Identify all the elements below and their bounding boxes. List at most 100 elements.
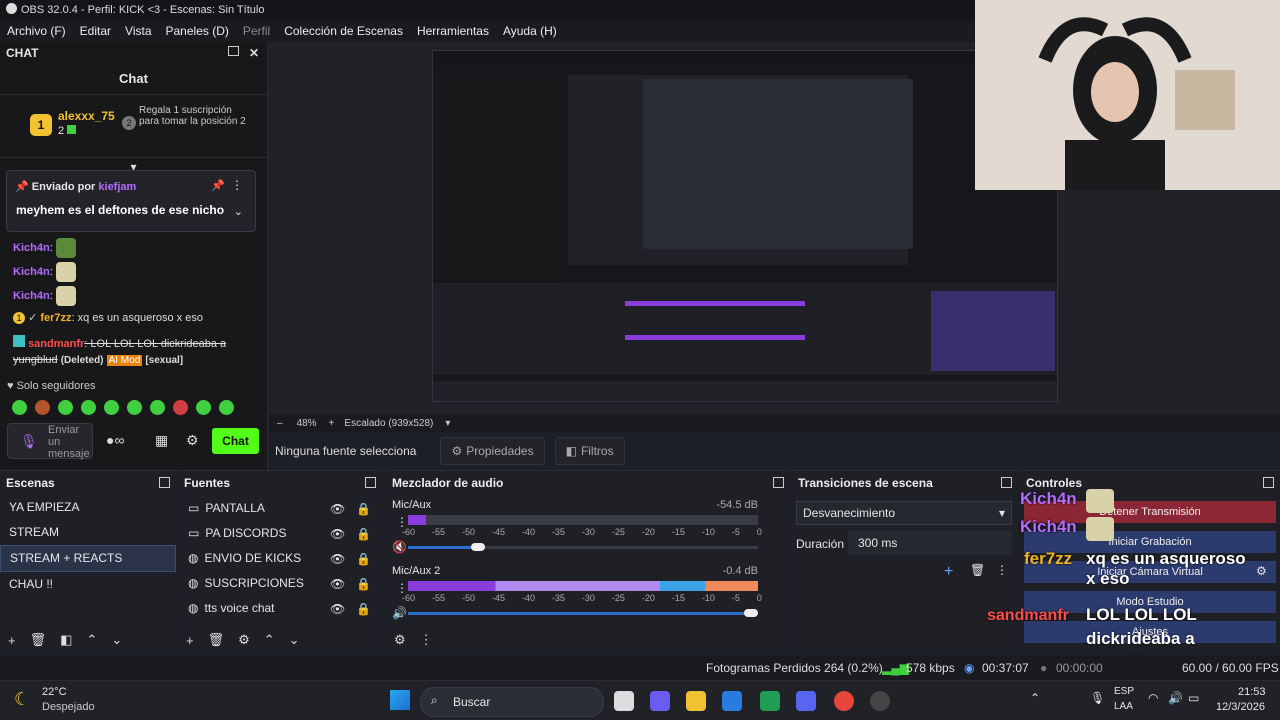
emote-icon[interactable] <box>150 400 165 415</box>
chat-user[interactable]: Kich4n <box>13 242 50 254</box>
emote-icon[interactable] <box>196 400 211 415</box>
scene-item[interactable]: CHAU !! <box>0 572 176 597</box>
trash-icon[interactable]: 🗑 <box>208 632 225 648</box>
clock-time[interactable]: 21:53 <box>1238 686 1266 698</box>
emote-icon[interactable] <box>219 400 234 415</box>
float-dock-icon[interactable] <box>1263 477 1274 488</box>
lock-icon[interactable]: 🔒 <box>356 577 371 591</box>
float-dock-icon[interactable] <box>773 477 784 488</box>
transition-select[interactable]: Desvanecimiento ▾ <box>796 501 1012 525</box>
chevron-up-icon[interactable]: ⌃ <box>1030 691 1040 705</box>
source-item[interactable]: ◍ SUSCRIPCIONES 👁 🔒 <box>178 570 382 595</box>
unpin-icon[interactable]: 📌 <box>211 179 225 192</box>
close-dock-icon[interactable]: ✕ <box>249 46 259 60</box>
chat-user[interactable]: Kich4n <box>13 266 50 278</box>
lang-code[interactable]: ESP <box>1114 686 1134 697</box>
eye-icon[interactable]: 👁 <box>330 577 345 591</box>
expand-pinned-icon[interactable]: ⌄ <box>234 205 243 218</box>
scene-item[interactable]: STREAM <box>0 520 176 545</box>
add-icon[interactable]: + <box>8 633 16 648</box>
notepad-icon[interactable] <box>722 691 742 711</box>
lock-icon[interactable]: 🔒 <box>356 527 371 541</box>
mic-icon[interactable]: 🎙 <box>20 433 38 450</box>
store-icon[interactable]: ▦ <box>155 432 168 449</box>
chat-user[interactable]: sandmanfr <box>28 338 84 350</box>
copilot-icon[interactable] <box>650 691 670 711</box>
pinned-author[interactable]: kiefjam <box>98 181 136 193</box>
chevron-down-icon[interactable]: ⌄ <box>289 632 300 648</box>
emote-icon[interactable] <box>58 400 73 415</box>
file-explorer-icon[interactable] <box>686 691 706 711</box>
menu-perfil[interactable]: Perfil <box>236 24 277 38</box>
scene-item[interactable]: YA EMPIEZA <box>0 495 176 520</box>
muted-speaker-icon[interactable]: 🔇 <box>392 540 407 554</box>
more-options-icon[interactable]: ⋮ <box>420 632 433 648</box>
windows-start-icon[interactable] <box>390 690 410 710</box>
volume-slider[interactable] <box>408 609 758 617</box>
emote-picker-icon[interactable]: ●∞ <box>106 432 124 448</box>
chat-user[interactable]: Kich4n <box>13 290 50 302</box>
more-options-icon[interactable]: ⋮ <box>996 563 1008 577</box>
gear-icon[interactable]: ⚙ <box>1256 564 1267 578</box>
battery-icon[interactable]: ▭ <box>1188 691 1199 705</box>
menu-archivo[interactable]: Archivo (F) <box>0 24 73 38</box>
emote-icon[interactable] <box>104 400 119 415</box>
settings-gear-icon[interactable]: ⚙ <box>186 432 199 449</box>
chat-user[interactable]: fer7zz <box>40 312 71 324</box>
properties-button[interactable]: ⚙ Propiedades <box>440 437 545 465</box>
chat-send-button[interactable]: Chat <box>212 428 259 454</box>
emote-icon[interactable] <box>173 400 188 415</box>
microphone-icon[interactable]: 🎙 <box>1090 691 1105 705</box>
scene-item-selected[interactable]: STREAM + REACTS <box>0 545 176 572</box>
slider-knob[interactable] <box>471 543 485 551</box>
source-item[interactable]: ◍ ENVIO DE KICKS 👁 🔒 <box>178 545 382 570</box>
float-dock-icon[interactable] <box>227 46 239 56</box>
obs-app-icon[interactable] <box>870 691 890 711</box>
chevron-up-icon[interactable]: ⌃ <box>264 632 275 648</box>
zoom-out-button[interactable]: – <box>277 418 283 429</box>
zoom-in-button[interactable]: + <box>329 418 335 429</box>
excel-icon[interactable] <box>760 691 780 711</box>
emote-icon[interactable] <box>35 400 50 415</box>
float-dock-icon[interactable] <box>365 477 376 488</box>
slider-knob[interactable] <box>744 609 758 617</box>
menu-paneles[interactable]: Paneles (D) <box>159 24 236 38</box>
menu-coleccion[interactable]: Colección de Escenas <box>277 24 410 38</box>
trash-icon[interactable]: 🗑 <box>970 563 985 577</box>
emote-icon[interactable] <box>12 400 27 415</box>
menu-vista[interactable]: Vista <box>118 24 158 38</box>
chevron-up-icon[interactable]: ⌃ <box>86 632 97 648</box>
wifi-icon[interactable]: ◠ <box>1148 691 1158 705</box>
taskbar-search[interactable]: ⌕ Buscar <box>420 687 604 717</box>
more-options-icon[interactable]: ⋮ <box>231 178 243 192</box>
lock-icon[interactable]: 🔒 <box>356 552 371 566</box>
leader-name[interactable]: alexxx_75 <box>58 109 115 123</box>
source-item[interactable]: ◍ tts voice chat 👁 🔒 <box>178 595 382 620</box>
discord-icon[interactable] <box>796 691 816 711</box>
filter-icon[interactable]: ◧ <box>60 632 72 648</box>
lock-icon[interactable]: 🔒 <box>356 502 371 516</box>
clock-date[interactable]: 12/3/2026 <box>1216 701 1265 713</box>
trash-icon[interactable]: 🗑 <box>30 632 47 648</box>
lock-icon[interactable]: 🔒 <box>356 602 371 616</box>
speaker-icon[interactable]: 🔊 <box>392 606 407 620</box>
eye-icon[interactable]: 👁 <box>330 552 345 566</box>
gear-icon[interactable]: ⚙ <box>238 632 250 648</box>
eye-icon[interactable]: 👁 <box>330 527 345 541</box>
add-icon[interactable]: + <box>186 633 194 648</box>
chat-input[interactable]: 🎙 Enviar un mensaje <box>7 423 93 460</box>
program-preview[interactable] <box>432 50 1058 402</box>
emote-icon[interactable] <box>81 400 96 415</box>
duration-input[interactable]: 300 ms <box>848 531 1012 555</box>
emote-icon[interactable] <box>127 400 142 415</box>
source-item[interactable]: ▭ PANTALLA 👁 🔒 <box>178 495 382 520</box>
menu-ayuda[interactable]: Ayuda (H) <box>496 24 564 38</box>
filters-button[interactable]: ◧ Filtros <box>554 437 625 465</box>
float-dock-icon[interactable] <box>159 477 170 488</box>
task-view-icon[interactable] <box>614 691 634 711</box>
chrome-icon[interactable] <box>834 691 854 711</box>
volume-slider[interactable] <box>408 543 758 551</box>
eye-icon[interactable]: 👁 <box>330 602 345 616</box>
float-dock-icon[interactable] <box>1001 477 1012 488</box>
menu-herramientas[interactable]: Herramientas <box>410 24 496 38</box>
